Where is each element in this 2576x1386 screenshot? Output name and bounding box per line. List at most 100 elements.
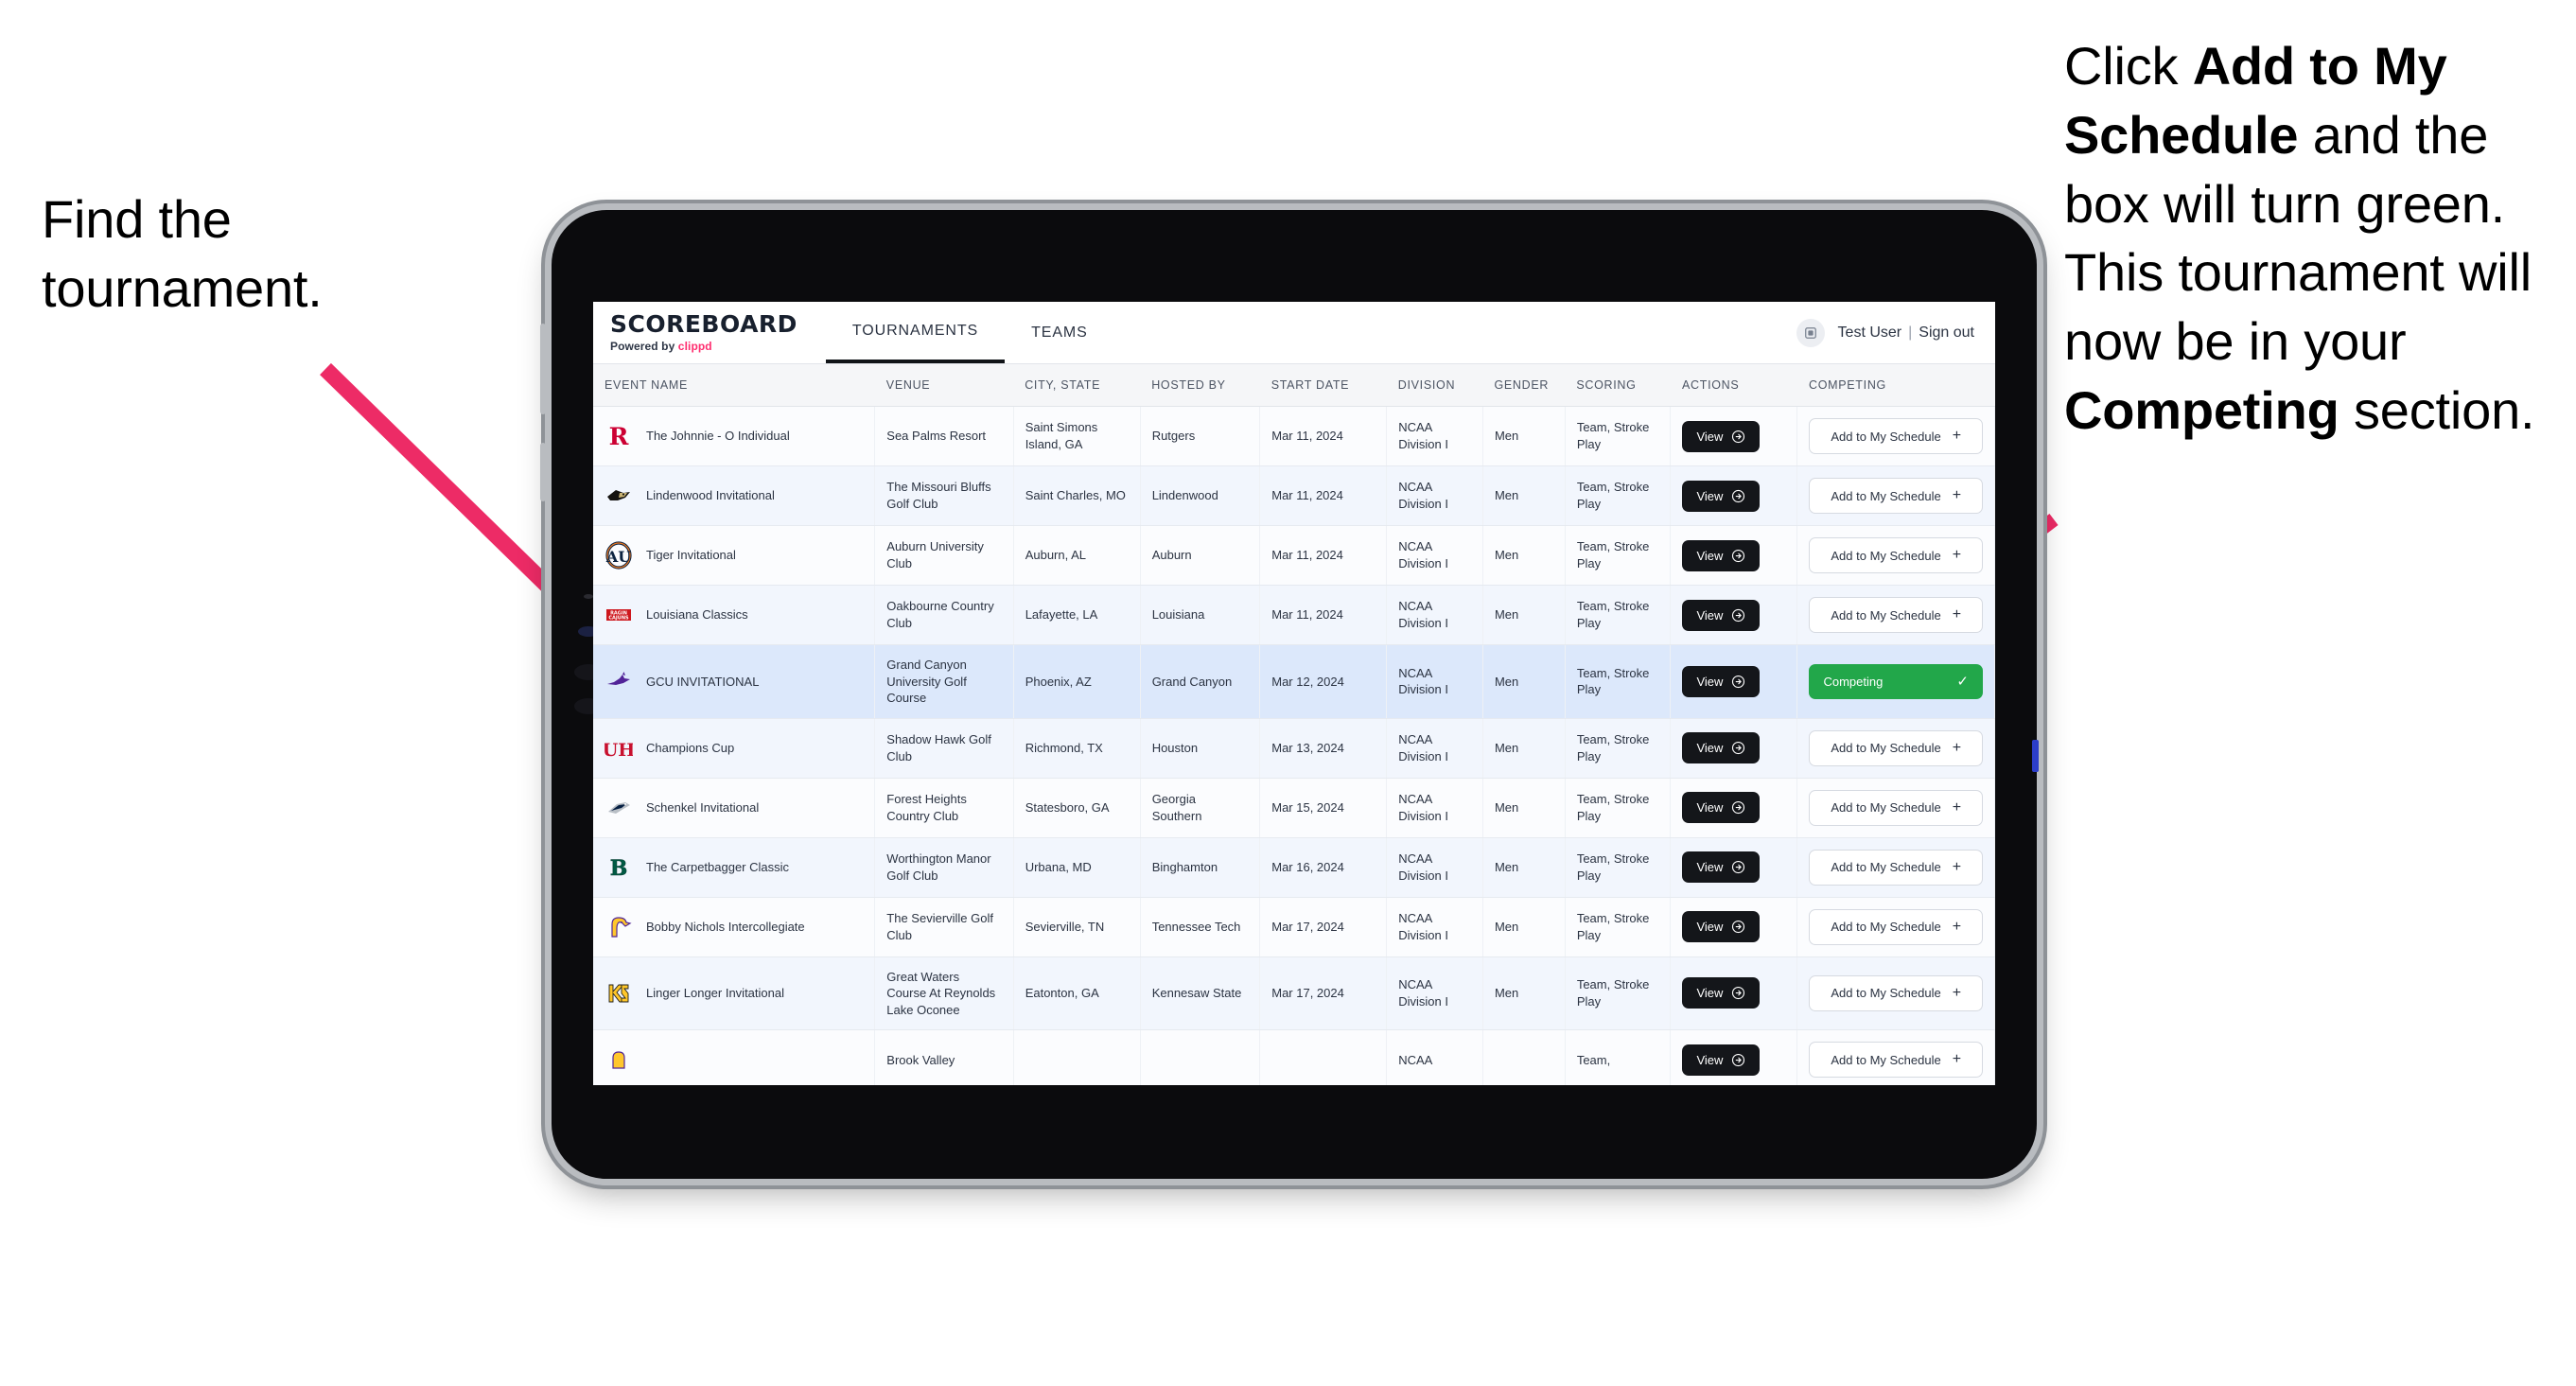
table-row[interactable]: GCU INVITATIONAL Grand Canyon University … [593, 644, 1995, 719]
cell-gender: Men [1482, 465, 1566, 526]
column-header-city-state[interactable]: CITY, STATE [1013, 364, 1141, 407]
view-button[interactable]: View [1682, 977, 1761, 1009]
add-to-my-schedule-button[interactable]: Add to My Schedule + [1809, 849, 1983, 886]
cell-actions: View [1670, 644, 1798, 719]
event-name-label: The Carpetbagger Classic [646, 859, 790, 874]
view-button-label: View [1696, 488, 1724, 503]
table-row[interactable]: RAGIN CAJUNS Louisiana Classics Oakbourne C… [593, 585, 1995, 645]
view-button[interactable]: View [1682, 665, 1761, 697]
cell-event-name[interactable]: R The Johnnie - O Individual [593, 406, 876, 466]
column-header-event-name[interactable]: EVENT NAME [593, 364, 875, 407]
annotation-right-seg1: Click [2064, 36, 2193, 96]
add-to-my-schedule-button[interactable]: Add to My Schedule + [1809, 789, 1983, 826]
cell-competing: Add to My Schedule + [1796, 897, 1995, 957]
column-header-scoring[interactable]: SCORING [1565, 364, 1671, 407]
header-user-area: Test User | Sign out [1796, 302, 1995, 363]
svg-text:CAJUNS: CAJUNS [608, 616, 629, 622]
column-header-actions: ACTIONS [1670, 364, 1797, 407]
view-button[interactable]: View [1682, 480, 1761, 512]
cell-city-state: Phoenix, AZ [1013, 644, 1141, 719]
brand-name: SCOREBOARD [610, 310, 797, 338]
check-icon: ✓ [1956, 673, 1969, 690]
plus-icon: + [1952, 798, 1962, 816]
cell-event-name[interactable]: Linger Longer Invitational [593, 956, 876, 1031]
add-to-my-schedule-button[interactable]: Add to My Schedule + [1809, 974, 1983, 1011]
cell-start-date: Mar 17, 2024 [1259, 897, 1388, 957]
cell-city-state: Sevierville, TN [1013, 897, 1141, 957]
column-header-hosted-by[interactable]: HOSTED BY [1140, 364, 1260, 407]
cell-start-date: Mar 15, 2024 [1259, 778, 1388, 838]
gcu-logo [605, 667, 633, 695]
add-to-my-schedule-label: Add to My Schedule [1831, 741, 1941, 756]
cell-event-name[interactable]: GCU INVITATIONAL [593, 644, 876, 719]
table-body: R The Johnnie - O Individual Sea Palms Res… [593, 406, 1995, 1085]
sign-out-link[interactable]: Sign out [1919, 325, 1974, 341]
add-to-my-schedule-button[interactable]: Add to My Schedule + [1809, 537, 1983, 573]
table-row[interactable]: Brook Valley NCAA Team, View Add to My Sched… [593, 1029, 1995, 1085]
lindenwood-logo [605, 482, 633, 510]
column-header-start-date[interactable]: START DATE [1259, 364, 1387, 407]
arrow-circle-right-icon [1731, 1053, 1745, 1067]
view-button-label: View [1696, 986, 1724, 1001]
view-button[interactable]: View [1682, 732, 1761, 764]
view-button-label: View [1696, 607, 1724, 623]
view-button[interactable]: View [1682, 792, 1761, 824]
brand-clippd: clippd [677, 340, 712, 353]
tab-teams[interactable]: TEAMS [1005, 302, 1114, 363]
column-header-division[interactable]: DIVISION [1386, 364, 1483, 407]
add-to-my-schedule-button[interactable]: Add to My Schedule + [1809, 597, 1983, 633]
table-row[interactable]: AU Tiger Invitational Auburn University Cl… [593, 525, 1995, 586]
cell-venue: Oakbourne Country Club [874, 585, 1014, 645]
cell-scoring: Team, Stroke Play [1565, 897, 1672, 957]
competing-button[interactable]: Competing ✓ [1809, 663, 1983, 699]
cell-start-date: Mar 11, 2024 [1259, 465, 1388, 526]
user-avatar-icon[interactable] [1796, 318, 1825, 347]
tab-tournaments[interactable]: TOURNAMENTS [825, 302, 1006, 363]
cell-gender: Men [1482, 897, 1566, 957]
table-row[interactable]: Bobby Nichols Intercollegiate The Sevierv… [593, 897, 1995, 957]
arrow-circle-right-icon [1731, 800, 1745, 815]
plus-icon: + [1952, 606, 1962, 623]
cell-event-name[interactable]: RAGIN CAJUNS Louisiana Classics [593, 585, 876, 645]
cell-hosted-by: Lindenwood [1140, 465, 1261, 526]
brand-logo[interactable]: SCOREBOARD Powered by clippd [610, 302, 818, 363]
louisiana-logo: RAGIN CAJUNS [605, 601, 633, 629]
cell-scoring: Team, Stroke Play [1565, 718, 1672, 779]
add-to-my-schedule-button[interactable]: Add to My Schedule + [1809, 478, 1983, 514]
cell-hosted-by [1140, 1029, 1261, 1085]
add-to-my-schedule-button[interactable]: Add to My Schedule + [1809, 1042, 1983, 1079]
view-button[interactable]: View [1682, 851, 1761, 884]
cell-event-name[interactable]: Bobby Nichols Intercollegiate [593, 897, 876, 957]
annotation-right-seg3: section. [2339, 379, 2535, 440]
add-to-my-schedule-button[interactable]: Add to My Schedule + [1809, 729, 1983, 766]
table-row[interactable]: R The Johnnie - O Individual Sea Palms Res… [593, 406, 1995, 466]
view-button-label: View [1696, 1052, 1724, 1067]
view-button[interactable]: View [1682, 420, 1761, 452]
view-button[interactable]: View [1682, 539, 1761, 571]
view-button[interactable]: View [1682, 1044, 1761, 1076]
cell-event-name[interactable]: Schenkel Invitational [593, 778, 876, 838]
view-button[interactable]: View [1682, 599, 1761, 631]
table-row[interactable]: Lindenwood Invitational The Missouri Bluf… [593, 465, 1995, 526]
cell-gender: Men [1482, 585, 1566, 645]
cell-event-name[interactable]: B The Carpetbagger Classic [593, 837, 876, 898]
table-row[interactable]: Linger Longer Invitational Great Waters C… [593, 956, 1995, 1031]
table-row[interactable]: B The Carpetbagger Classic Worthington Man… [593, 837, 1995, 898]
column-header-gender[interactable]: GENDER [1482, 364, 1566, 407]
cell-gender: Men [1482, 644, 1566, 719]
cell-gender [1482, 1029, 1566, 1085]
table-row[interactable]: Schenkel Invitational Forest Heights Coun… [593, 778, 1995, 838]
cell-actions: View [1670, 406, 1798, 466]
add-to-my-schedule-button[interactable]: Add to My Schedule + [1809, 908, 1983, 945]
event-name-label: The Johnnie - O Individual [646, 429, 790, 444]
view-button[interactable]: View [1682, 911, 1761, 943]
cell-event-name[interactable] [593, 1029, 876, 1085]
cell-event-name[interactable]: Lindenwood Invitational [593, 465, 876, 526]
cell-competing: Add to My Schedule + [1796, 718, 1995, 779]
annotation-left-line1: Find the [42, 189, 232, 249]
table-row[interactable]: UH Champions Cup Shadow Hawk Golf Club Rich… [593, 718, 1995, 779]
add-to-my-schedule-button[interactable]: Add to My Schedule + [1809, 418, 1983, 454]
cell-event-name[interactable]: AU Tiger Invitational [593, 525, 876, 586]
cell-event-name[interactable]: UH Champions Cup [593, 718, 876, 779]
column-header-venue[interactable]: VENUE [874, 364, 1014, 407]
